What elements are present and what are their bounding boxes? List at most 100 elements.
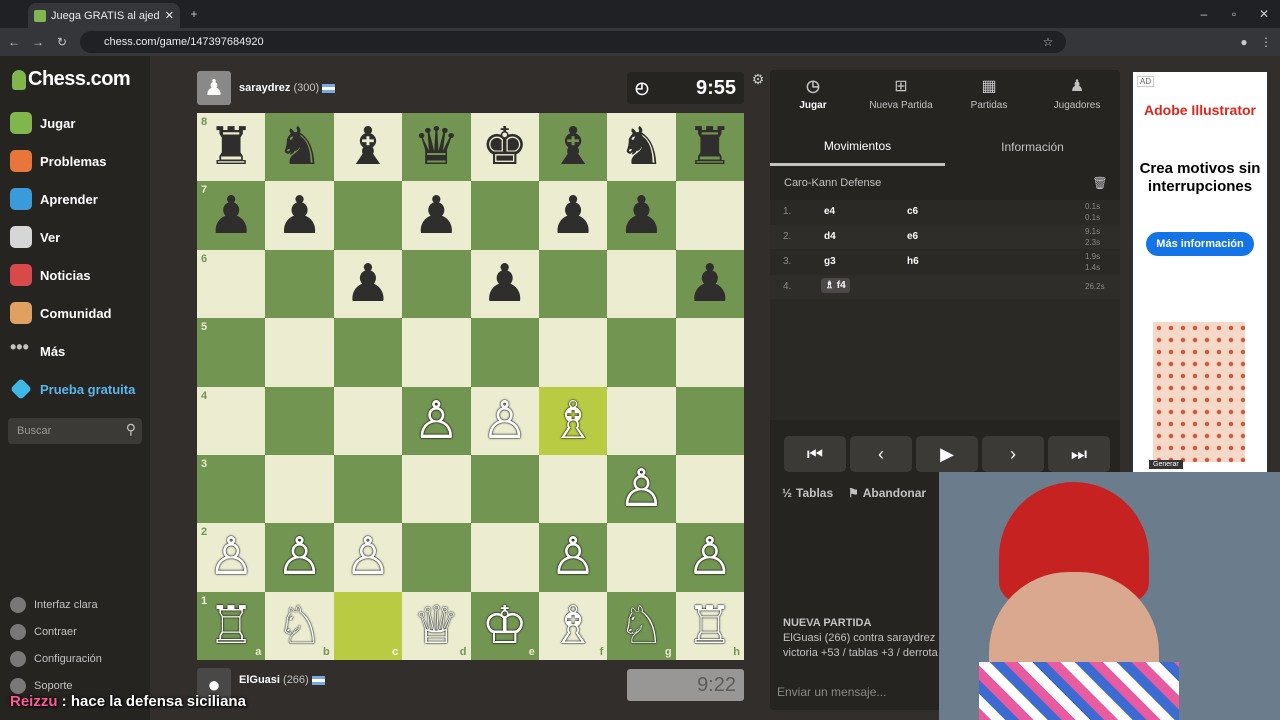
piece-a1[interactable]: ♖ [208,600,255,652]
piece-h2[interactable]: ♙ [687,531,734,583]
square-a2[interactable]: ♙ 2 [197,523,266,592]
light-mode-item[interactable]: Interfaz clara [10,597,98,613]
piece-g1[interactable]: ♘ [618,600,665,652]
black-move[interactable]: c6 [907,206,918,217]
browser-tab[interactable]: Juega GRATIS al ajedrez on ✕ [28,3,180,28]
player-name[interactable]: saraydrez [239,82,290,94]
collapse-item[interactable]: Contraer [10,624,77,640]
square-a1[interactable]: ♖ 1 a [197,591,266,660]
square-e3[interactable] [470,454,539,524]
square-c6[interactable]: ♟ [333,249,403,319]
square-b6[interactable] [265,249,334,319]
last-move-button[interactable]: ⏭ [1048,436,1110,472]
square-b1[interactable]: ♘ b [265,591,334,660]
piece-f4[interactable]: ♗ [550,395,597,447]
piece-b7[interactable]: ♟ [276,190,323,242]
piece-h6[interactable]: ♟ [687,258,734,310]
white-move[interactable]: e4 [824,206,835,217]
square-a6[interactable]: 6 [197,249,266,319]
piece-g8[interactable]: ♞ [618,121,665,173]
square-c4[interactable] [333,386,403,455]
tab-movimientos[interactable]: Movimientos [770,128,945,166]
square-c3[interactable] [333,454,403,524]
square-h3[interactable] [675,454,744,524]
chess-board[interactable]: ♜ 8 ♞ ♝ ♛ ♚ ♝ ♞ ♜ ♟ 7 ♟ ♟ ♟ ♟ 6 ♟ ♟ ♟ 5 4 ♙ ♙ ♗ 3 ♙ ♙ 2 ♙ ♙ ♙ ♙ ♖ 1 a ♘ b c ♕ d… [197,113,744,660]
square-d3[interactable] [402,454,471,524]
player-name[interactable]: ElGuasi [239,674,280,686]
square-f1[interactable]: ♗ f [538,591,608,660]
square-g7[interactable]: ♟ [607,181,676,250]
square-d4[interactable]: ♙ [402,386,471,455]
square-b7[interactable]: ♟ [265,181,334,250]
square-f3[interactable] [538,454,608,524]
piece-a8[interactable]: ♜ [208,121,255,173]
piece-h8[interactable]: ♜ [687,121,734,173]
new-tab-icon[interactable]: + [186,7,202,21]
square-b8[interactable]: ♞ [265,113,334,182]
maximize-icon[interactable]: ▫ [1226,7,1242,21]
piece-c8[interactable]: ♝ [345,121,392,173]
back-icon[interactable]: ← [6,35,22,49]
square-a8[interactable]: ♜ 8 [197,113,266,182]
piece-d8[interactable]: ♛ [413,121,460,173]
piece-f8[interactable]: ♝ [550,121,597,173]
menu-icon[interactable]: ⋮ [1258,35,1274,49]
sidebar-item-problemas[interactable]: Problemas [10,146,150,176]
square-a3[interactable]: 3 [197,454,266,524]
piece-d1[interactable]: ♕ [413,600,460,652]
tab-jugadores[interactable]: ♟ Jugadores [1034,78,1120,111]
square-e5[interactable] [470,318,539,387]
advertisement[interactable]: AD Adobe Illustrator Crea motivos sin in… [1133,72,1267,472]
square-b3[interactable] [265,454,334,524]
piece-c6[interactable]: ♟ [345,258,392,310]
piece-b8[interactable]: ♞ [276,121,323,173]
square-d1[interactable]: ♕ d [402,591,471,660]
square-c7[interactable] [333,181,403,250]
square-e4[interactable]: ♙ [470,386,539,455]
square-e7[interactable] [470,181,539,250]
first-move-button[interactable]: ⏮ [784,436,846,472]
avatar[interactable]: ♟ [197,71,231,105]
draw-button[interactable]: ½ Tablas [782,486,833,500]
square-c5[interactable] [333,318,403,387]
square-f4[interactable]: ♗ [538,386,608,455]
piece-h1[interactable]: ♖ [687,600,734,652]
piece-a2[interactable]: ♙ [208,531,255,583]
square-d8[interactable]: ♛ [402,113,471,182]
square-a7[interactable]: ♟ 7 [197,181,266,250]
search-input[interactable]: Buscar ⚲ [8,418,142,444]
square-g2[interactable] [607,523,676,592]
square-h2[interactable]: ♙ [675,523,744,592]
address-bar[interactable]: chess.com/game/147397684920 [80,31,1066,53]
chesscom-logo[interactable]: Chess.com [12,68,131,91]
square-h6[interactable]: ♟ [675,249,744,319]
square-a4[interactable]: 4 [197,386,266,455]
tab-jugar[interactable]: ◷ Jugar [770,78,856,111]
piece-g7[interactable]: ♟ [618,190,665,242]
piece-b1[interactable]: ♘ [276,600,323,652]
white-move-current[interactable]: ♗ f4 [821,278,850,293]
white-move[interactable]: d4 [824,231,836,242]
sidebar-item-ver[interactable]: Ver [10,222,150,252]
piece-d7[interactable]: ♟ [413,190,460,242]
square-d6[interactable] [402,249,471,319]
search-icon[interactable]: ⚲ [126,421,136,438]
piece-e6[interactable]: ♟ [481,258,528,310]
support-item[interactable]: Soporte [10,678,73,694]
white-move[interactable]: g3 [824,256,836,267]
square-f8[interactable]: ♝ [538,113,608,182]
reload-icon[interactable]: ↻ [54,35,70,49]
trash-icon[interactable]: 🗑 [1092,176,1108,190]
sidebar-item-noticias[interactable]: Noticias [10,260,150,290]
piece-e4[interactable]: ♙ [481,395,528,447]
piece-b2[interactable]: ♙ [276,531,323,583]
square-g8[interactable]: ♞ [607,113,676,182]
square-d5[interactable] [402,318,471,387]
settings-item[interactable]: Configuración [10,651,102,667]
square-g4[interactable] [607,386,676,455]
square-b4[interactable] [265,386,334,455]
square-e1[interactable]: ♔ e [470,591,539,660]
piece-d4[interactable]: ♙ [413,395,460,447]
sidebar-item-aprender[interactable]: Aprender [10,184,150,214]
piece-e8[interactable]: ♚ [481,121,528,173]
